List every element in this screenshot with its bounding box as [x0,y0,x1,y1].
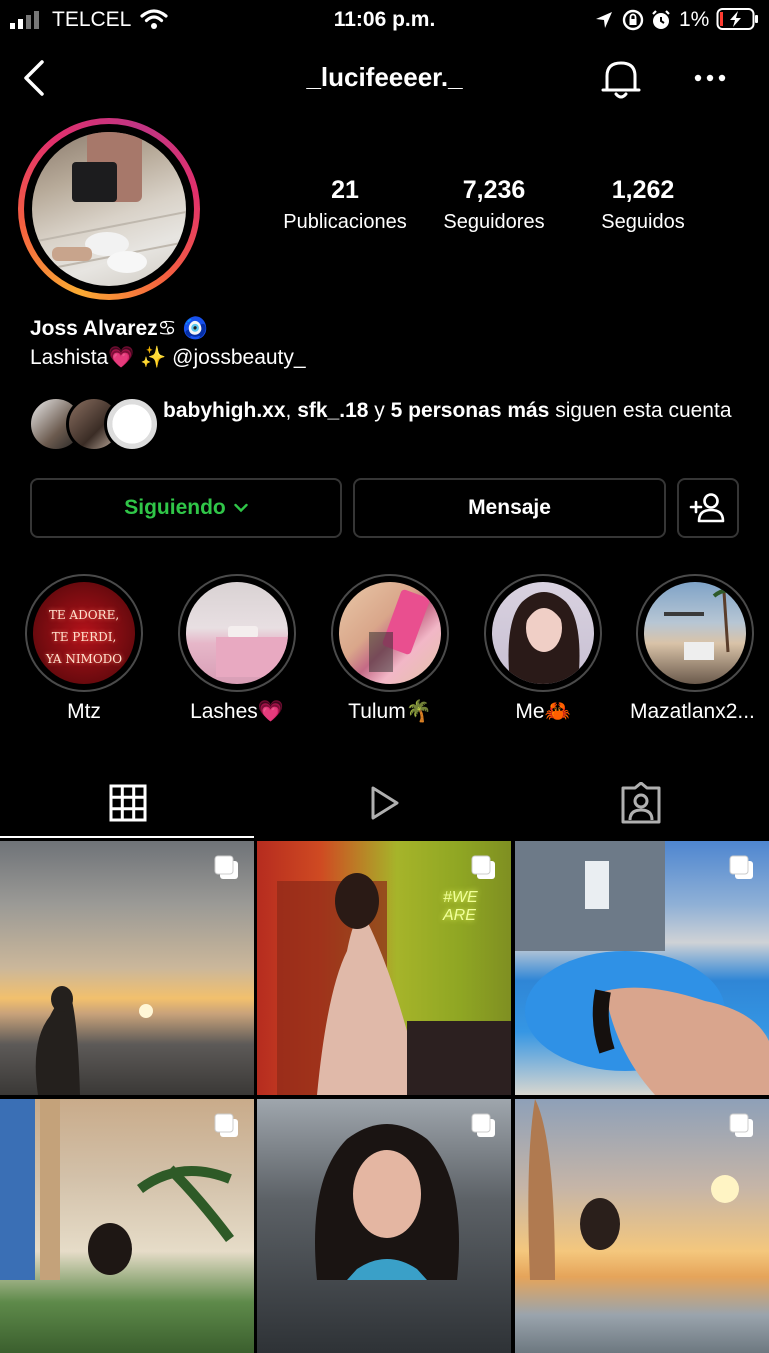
rotation-lock-icon [622,9,644,31]
highlight-me[interactable]: Me🦀 [483,574,603,724]
active-tab-indicator [0,836,254,838]
chevron-down-icon [234,503,248,513]
play-icon [371,786,399,820]
status-bar: TELCEL 11:06 p.m. 1% [0,0,769,40]
tab-reels[interactable] [256,770,512,836]
stat-number: 21 [331,176,359,204]
highlight-label: Mazatlanx2... [630,700,755,723]
post-thumbnail[interactable] [515,841,769,1095]
neon-line-2: TE PERDI, [51,630,117,644]
neon-line-1: TE ADORE, [48,608,120,622]
highlight-cover [186,582,288,684]
add-user-icon [689,493,725,523]
tagged-icon [621,782,661,824]
highlight-label: Mtz [67,700,101,723]
highlight-cover: TE ADORE, TE PERDI, YA NIMODO [33,582,135,684]
profile-avatar[interactable] [18,118,200,300]
highlight-cover [644,582,746,684]
mutual-followers-avatars[interactable] [28,396,160,452]
highlight-lashes[interactable]: Lashes💗 [177,574,297,724]
bell-icon[interactable] [599,56,643,102]
highlight-label: Me🦀 [515,700,571,723]
alarm-icon [652,10,670,29]
avatar-photo [32,132,186,286]
post-thumbnail[interactable] [0,1099,254,1353]
multiple-posts-icon [729,855,753,879]
stat-seguidos[interactable]: 1,262 Seguidos [568,176,718,234]
neon-line-3: YA NIMODO [45,652,123,666]
tab-tagged[interactable] [513,770,769,836]
mutual-suffix: siguen esta cuenta [549,399,732,422]
multiple-posts-icon [471,855,495,879]
highlight-cover [339,582,441,684]
post-thumbnail[interactable]: #WE ARE [257,841,511,1095]
profile-display-name: Joss Alvarez♋ 🧿 [30,317,209,340]
following-label: Siguiendo [124,496,226,519]
highlight-mazatlan[interactable]: Mazatlanx2... [630,574,769,724]
multiple-posts-icon [471,1113,495,1137]
grid-icon [109,784,147,822]
multiple-posts-icon [729,1113,753,1137]
multiple-posts-icon [214,1113,238,1137]
highlight-cover [492,582,594,684]
multiple-posts-icon [214,855,238,879]
more-options-icon[interactable] [693,68,727,88]
add-user-button[interactable] [677,478,739,538]
stat-label: Seguidos [601,211,685,233]
message-label: Mensaje [468,496,551,519]
highlight-tulum[interactable]: Tulum🌴 [330,574,450,724]
following-button[interactable]: Siguiendo [30,478,342,538]
neon-sign-text: #WE ARE [443,889,478,924]
battery-percent: 1% [679,8,710,31]
mutual-followers-text[interactable]: babyhigh.xx, sfk_.18 y 5 personas más si… [163,396,743,426]
post-thumbnail[interactable] [515,1099,769,1353]
mutual-user-2[interactable]: sfk_.18 [297,399,368,422]
stat-label: Publicaciones [283,211,407,233]
profile-bio[interactable]: Lashista💗 ✨ @jossbeauty_ [30,346,306,370]
separator: , [285,399,298,422]
stat-number: 1,262 [611,176,675,204]
highlight-label: Tulum🌴 [348,700,432,723]
post-thumbnail[interactable] [257,1099,511,1353]
stat-label: Seguidores [443,211,545,233]
mutual-user-1[interactable]: babyhigh.xx [163,399,286,422]
stat-publicaciones[interactable]: 21 Publicaciones [270,176,420,234]
connector: y [368,399,391,422]
mutual-others[interactable]: 5 personas más [391,399,550,422]
stat-seguidores[interactable]: 7,236 Seguidores [419,176,569,234]
post-thumbnail[interactable] [0,841,254,1095]
message-button[interactable]: Mensaje [353,478,666,538]
battery-icon [716,8,758,30]
highlight-mtz[interactable]: TE ADORE, TE PERDI, YA NIMODO Mtz [24,574,144,724]
location-arrow-icon [596,12,612,28]
avatar [104,396,160,452]
highlight-label: Lashes💗 [190,700,284,723]
profile-username: _lucifeeeer._ [306,62,463,92]
tab-grid[interactable] [0,770,256,836]
stat-number: 7,236 [462,176,526,204]
